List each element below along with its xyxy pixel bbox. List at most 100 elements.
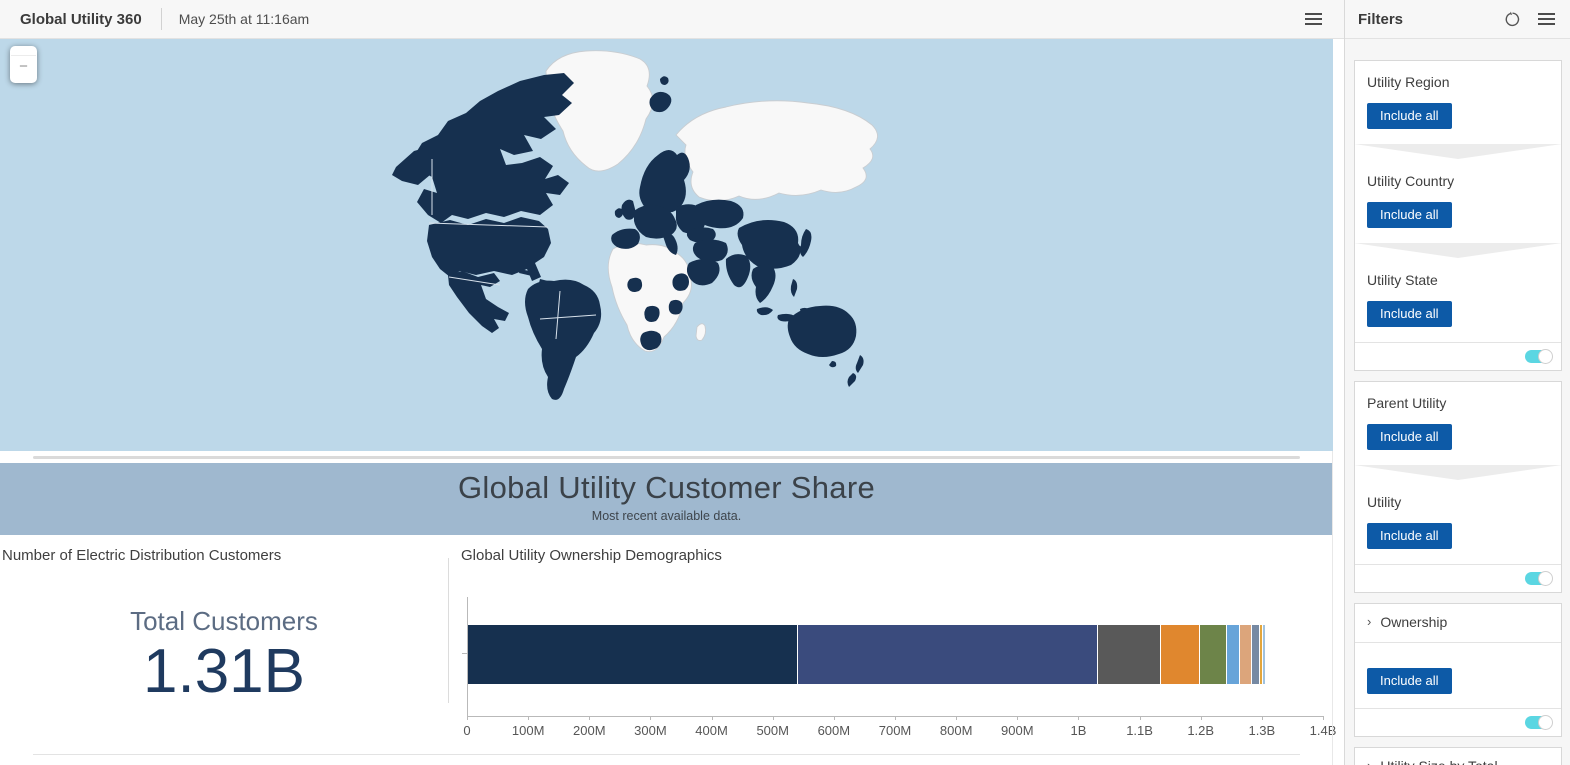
toggle-knob [1538,349,1553,364]
chevron-down-shape [1355,465,1561,480]
filters-body: Utility Region Include all Utility Count… [1345,39,1570,765]
top-bar: Global Utility 360 May 25th at 11:16am [0,0,1344,39]
filter-label: Utility Country [1367,173,1455,189]
location-filter-toggle[interactable] [1525,349,1553,364]
filter-group-location: Utility Region Include all Utility Count… [1354,60,1562,371]
bar-segment-6[interactable] [1226,625,1241,684]
x-tick-mark [589,716,591,720]
filter-label: Utility State [1367,272,1438,288]
include-all-button-parent-utility[interactable]: Include all [1367,424,1452,450]
filter-funnel-connector [1355,243,1561,259]
x-tick-label: 1.3B [1248,723,1276,738]
demographics-chart-title: Global Utility Ownership Demographics [461,547,722,564]
bar-segment-10[interactable] [1262,625,1267,684]
world-map-choropleth[interactable] [0,39,1333,451]
ownership-body: Include all [1355,643,1561,708]
bar-segment-4[interactable] [1160,625,1200,684]
demographics-chart: 0 100M 200M 300M 400M 500M 600M 700M 800M 900M 1B 1… [462,585,1336,755]
utility-filter-toggle[interactable] [1525,571,1553,586]
filters-panel: Filters Utility Region Include all Utili… [1344,0,1570,765]
x-tick-mark [467,716,468,720]
filters-menu-icon[interactable] [1538,13,1555,25]
bar-segment-5[interactable] [1199,625,1227,684]
filter-label: Utility Size by Total Customers [1380,757,1545,765]
filter-group-utility: Parent Utility Include all Utility Inclu… [1354,381,1562,593]
map-scrollbar-track [0,451,1333,463]
filter-parent-utility: Parent Utility Include all [1355,382,1561,465]
filter-group-footer [1355,707,1561,736]
filter-label: Utility [1367,494,1402,510]
ownership-filter-toggle[interactable] [1525,714,1553,730]
x-tick-mark [650,716,652,720]
x-tick-label: 0 [463,723,471,738]
toggle-knob [1538,714,1553,730]
x-tick-mark [956,716,958,720]
x-tick-label: 200M [573,723,606,738]
filters-title: Filters [1358,10,1404,28]
stacked-bar [468,625,1324,684]
bar-segment-7[interactable] [1240,625,1253,684]
x-tick-mark [1078,716,1080,720]
x-tick-label: 600M [817,723,851,738]
x-tick-mark [1017,716,1019,720]
filter-label: Utility Region [1367,74,1450,90]
world-map-card: − [0,39,1333,451]
chevron-right-icon: › [1367,757,1371,765]
section-divider [33,754,1300,755]
x-tick-mark [1200,716,1202,720]
filter-utility-region: Utility Region Include all [1355,61,1561,144]
x-tick-label: 300M [634,723,667,738]
report-timestamp: May 25th at 11:16am [178,11,310,27]
include-all-button-utility-country[interactable]: Include all [1367,202,1452,228]
filter-group-utility-size: › Utility Size by Total Customers All it… [1354,746,1562,765]
chevron-right-icon: › [1367,614,1372,629]
bar-segment-1[interactable] [468,625,799,684]
map-zoom-out-button[interactable]: − [10,46,37,83]
map-scrollbar-thumb[interactable] [33,456,1300,459]
x-tick-label: 1.2B [1187,723,1215,738]
x-tick-label: 700M [878,723,912,738]
x-tick-label: 100M [511,723,545,738]
x-tick-mark [711,716,713,720]
x-tick-mark [772,716,774,720]
filter-label: Ownership [1380,614,1448,630]
customers-card-title: Number of Electric Distribution Customer… [2,547,282,564]
banner: Global Utility Customer Share Most recen… [0,463,1333,535]
chart-y-tick [462,653,467,654]
reset-filters-icon[interactable] [1504,11,1521,28]
include-all-button-utility[interactable]: Include all [1367,523,1452,549]
include-all-button-utility-state[interactable]: Include all [1367,301,1452,327]
dashboard: Global Utility 360 May 25th at 11:16am −… [0,0,1570,765]
x-tick-mark [895,716,896,720]
bar-segment-2[interactable] [798,625,1098,684]
filter-utility: Utility Include all [1355,481,1561,564]
include-all-button-ownership[interactable]: Include all [1367,667,1452,694]
minus-icon: − [19,58,28,75]
filter-group-footer [1355,564,1561,592]
ownership-header[interactable]: › Ownership [1355,604,1561,643]
kpi-label: Total Customers [130,606,318,636]
filter-funnel-connector [1355,144,1561,160]
chevron-down-shape [1355,243,1561,258]
x-tick-mark [1261,716,1263,720]
filters-header: Filters [1345,0,1570,39]
banner-subtitle: Most recent available data. [591,509,742,523]
x-tick-mark [833,716,835,720]
x-tick-label: 900M [1001,723,1034,738]
x-tick-label: 800M [939,723,973,738]
x-tick-label: 1B [1070,723,1087,738]
x-tick-label: 500M [756,723,789,738]
app-title: Global Utility 360 [20,10,142,28]
include-all-button-utility-region[interactable]: Include all [1367,103,1452,129]
bar-segment-3[interactable] [1097,625,1161,684]
banner-title: Global Utility Customer Share [457,470,875,505]
main-menu-icon[interactable] [1305,13,1322,25]
filter-group-ownership: › Ownership Include all [1354,603,1562,737]
x-tick-mark [528,716,530,720]
content-right-border [1332,451,1333,765]
utility-size-header[interactable]: › Utility Size by Total Customers [1355,748,1561,765]
bar-segment-8[interactable] [1252,625,1261,684]
x-tick-label: 1.1B [1126,723,1153,738]
title-divider [160,8,162,30]
toggle-knob [1538,571,1553,586]
